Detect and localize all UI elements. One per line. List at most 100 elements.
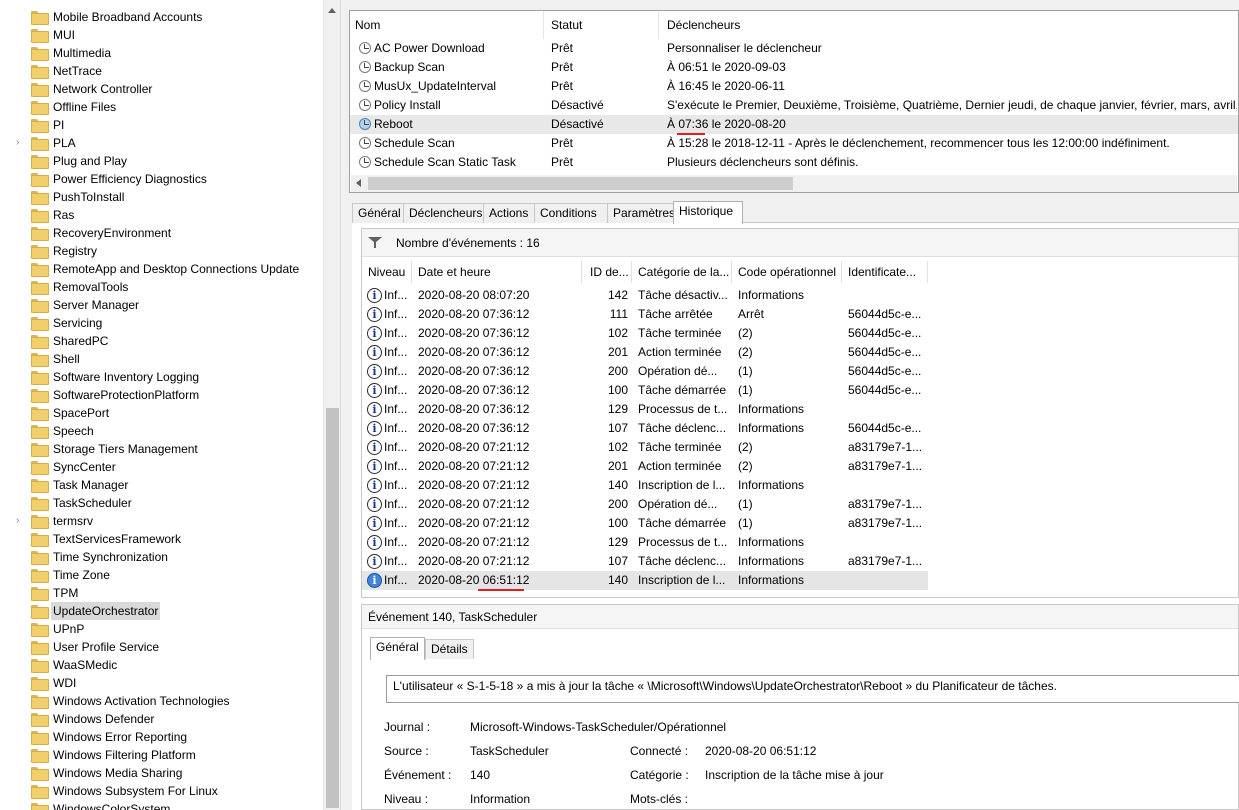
tree-item[interactable]: Multimedia (0, 44, 320, 62)
tree-item[interactable]: UPnP (0, 620, 320, 638)
task-row[interactable]: Schedule Scan Static Task Prêt Plusieurs d… (350, 153, 1238, 172)
tree-item[interactable]: PI (0, 116, 320, 134)
col-id-header[interactable]: ID de... (584, 261, 632, 283)
col-opcode-header[interactable]: Code opérationnel (732, 261, 842, 283)
task-row[interactable]: Backup Scan Prêt À 06:51 le 2020-09-03 (350, 58, 1238, 77)
horizontal-scrollbar[interactable] (351, 175, 1237, 192)
tree-item[interactable]: Time Zone (0, 566, 320, 584)
tree-item[interactable]: TPM (0, 584, 320, 602)
tab-historique[interactable]: Historique (673, 201, 743, 224)
tree-item[interactable]: WindowsColorSystem (0, 800, 320, 810)
tree-item[interactable]: Registry (0, 242, 320, 260)
tab-conditions[interactable]: Conditions (534, 203, 608, 223)
history-row[interactable]: i Inf... 2020-08-20 07:36:12 111 Tâche arrêt… (362, 305, 928, 324)
col-category-header[interactable]: Catégorie de la... (632, 261, 732, 283)
tree-item[interactable]: RecoveryEnvironment (0, 224, 320, 242)
scrollbar-thumb[interactable] (326, 408, 339, 808)
tree-item[interactable]: PushToInstall (0, 188, 320, 206)
history-row[interactable]: i Inf... 2020-08-20 07:21:12 201 Action term… (362, 457, 928, 476)
tree-item[interactable]: TaskScheduler (0, 494, 320, 512)
history-row[interactable]: i Inf... 2020-08-20 07:21:12 107 Tâche décle… (362, 552, 928, 571)
tree-item[interactable]: SharedPC (0, 332, 320, 350)
task-status: Prêt (551, 79, 574, 93)
tree-item[interactable]: Speech (0, 422, 320, 440)
task-row[interactable]: Schedule Scan Prêt À 15:28 le 2018-12-11 -… (350, 134, 1238, 153)
history-row[interactable]: i Inf... 2020-08-20 07:21:12 140 Inscription… (362, 476, 928, 495)
tree-item[interactable]: NetTrace (0, 62, 320, 80)
tree-item[interactable]: › termsrv (0, 512, 320, 530)
tree-item[interactable]: Windows Filtering Platform (0, 746, 320, 764)
tree-item[interactable]: Windows Activation Technologies (0, 692, 320, 710)
tree-item[interactable]: TextServicesFramework (0, 530, 320, 548)
history-row[interactable]: i Inf... 2020-08-20 07:21:12 100 Tâche démar… (362, 514, 928, 533)
folder-tree[interactable]: Mobile Broadband Accounts MUI Multimedia Ne… (0, 0, 341, 810)
tree-item[interactable]: Storage Tiers Management (0, 440, 320, 458)
history-row[interactable]: i Inf... 2020-08-20 07:36:12 102 Tâche termi… (362, 324, 928, 343)
tree-item[interactable]: RemovalTools (0, 278, 320, 296)
tree-item[interactable]: Plug and Play (0, 152, 320, 170)
tab-parametres[interactable]: Paramètres (607, 203, 675, 223)
history-category: Tâche déclenc... (638, 421, 727, 435)
tree-item[interactable]: Shell (0, 350, 320, 368)
tree-item[interactable]: Windows Subsystem For Linux (0, 782, 320, 800)
scroll-left-icon[interactable] (356, 179, 361, 187)
tree-item[interactable]: Ras (0, 206, 320, 224)
tree-item[interactable]: Task Manager (0, 476, 320, 494)
task-row[interactable]: Policy Install Désactivé S'exécute le Prem… (350, 96, 1238, 115)
col-activity-header[interactable]: Identificate... (842, 261, 928, 283)
history-row[interactable]: i Inf... 2020-08-20 07:36:12 107 Tâche décle… (362, 419, 928, 438)
tree-item[interactable]: Network Controller (0, 80, 320, 98)
tree-item[interactable]: Windows Error Reporting (0, 728, 320, 746)
tree-item-label: Plug and Play (53, 154, 128, 168)
tree-item[interactable]: WDI (0, 674, 320, 692)
task-list[interactable]: Nom Statut Déclencheurs AC Power Downloa… (349, 10, 1239, 193)
tree-item[interactable]: MUI (0, 26, 320, 44)
tab-declencheurs[interactable]: Déclencheurs (403, 203, 484, 223)
history-row[interactable]: i Inf... 2020-08-20 06:51:12 140 Inscription… (362, 571, 928, 590)
tab-actions[interactable]: Actions (483, 203, 535, 223)
col-triggers-header[interactable]: Déclencheurs (662, 11, 1238, 39)
tree-item[interactable]: Servicing (0, 314, 320, 332)
tree-item[interactable]: User Profile Service (0, 638, 320, 656)
tab-event-general[interactable]: Général (370, 637, 425, 660)
tree-item[interactable]: SpacePort (0, 404, 320, 422)
tree-item[interactable]: Mobile Broadband Accounts (0, 8, 320, 26)
tree-item[interactable]: Offline Files (0, 98, 320, 116)
history-row[interactable]: i Inf... 2020-08-20 07:36:12 129 Processus d… (362, 400, 928, 419)
history-activity-id: a83179e7-1... (848, 554, 923, 568)
scroll-up-icon[interactable] (328, 8, 336, 13)
tree-item[interactable]: Software Inventory Logging (0, 368, 320, 386)
tree-item[interactable]: WaaSMedic (0, 656, 320, 674)
tree-item[interactable]: Server Manager (0, 296, 320, 314)
tab-general[interactable]: Général (352, 203, 404, 223)
task-row[interactable]: Reboot Désactivé À 07:36 le 2020-08-20 (350, 115, 1238, 134)
tree-item[interactable]: UpdateOrchestrator (0, 602, 320, 620)
tree-item[interactable]: Windows Defender (0, 710, 320, 728)
tree-item[interactable]: Time Synchronization (0, 548, 320, 566)
task-row[interactable]: AC Power Download Prêt Personnaliser le dé… (350, 39, 1238, 58)
tree-item[interactable]: RemoteApp and Desktop Connections Update (0, 260, 320, 278)
history-row[interactable]: i Inf... 2020-08-20 07:21:12 200 Opération d… (362, 495, 928, 514)
scrollbar-thumb[interactable] (368, 177, 793, 190)
tab-event-details[interactable]: Détails (425, 639, 474, 659)
history-row[interactable]: i Inf... 2020-08-20 07:21:12 102 Tâche termi… (362, 438, 928, 457)
task-row[interactable]: MusUx_UpdateInterval Prêt À 16:45 le 2020-… (350, 77, 1238, 96)
history-row[interactable]: i Inf... 2020-08-20 07:36:12 200 Opération d… (362, 362, 928, 381)
expand-chevron-icon[interactable]: › (16, 515, 26, 527)
history-row[interactable]: i Inf... 2020-08-20 07:21:12 129 Processus d… (362, 533, 928, 552)
col-level-header[interactable]: Niveau (362, 261, 412, 283)
tree-item[interactable]: Windows Media Sharing (0, 764, 320, 782)
col-datetime-header[interactable]: Date et heure (412, 261, 582, 283)
tree-scrollbar[interactable] (323, 0, 340, 810)
tree-item[interactable]: SoftwareProtectionPlatform (0, 386, 320, 404)
expand-chevron-icon[interactable]: › (16, 137, 26, 149)
col-status-header[interactable]: Statut (546, 11, 659, 39)
history-row[interactable]: i Inf... 2020-08-20 07:36:12 201 Action term… (362, 343, 928, 362)
tree-item[interactable]: › PLA (0, 134, 320, 152)
tree-item[interactable]: Power Efficiency Diagnostics (0, 170, 320, 188)
filter-icon[interactable] (368, 237, 382, 248)
col-name-header[interactable]: Nom (350, 11, 544, 39)
history-row[interactable]: i Inf... 2020-08-20 07:36:12 100 Tâche démar… (362, 381, 928, 400)
history-row[interactable]: i Inf... 2020-08-20 08:07:20 142 Tâche désac… (362, 286, 928, 305)
tree-item[interactable]: SyncCenter (0, 458, 320, 476)
